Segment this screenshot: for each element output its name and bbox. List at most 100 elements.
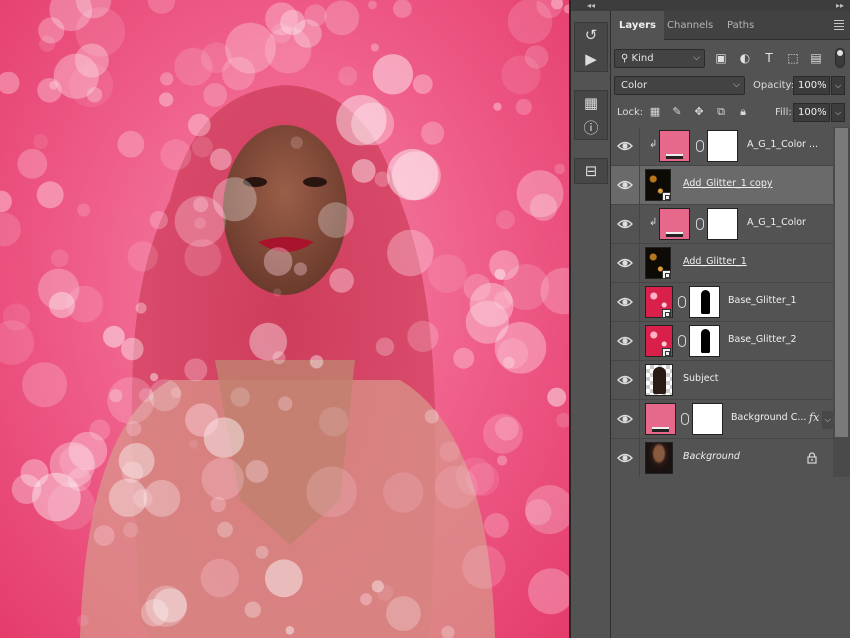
layers-panel-empty-area [611, 477, 850, 638]
row-divider [639, 283, 640, 322]
bokeh-dot [2, 303, 31, 331]
smart-object-filter-icon[interactable]: ▤ [806, 48, 826, 68]
row-divider [639, 244, 640, 283]
fill-slider-button[interactable]: ⌵ [831, 103, 845, 122]
bokeh-dot [377, 584, 394, 602]
layer-mask-thumbnail[interactable] [692, 403, 723, 435]
layer-mask-thumbnail[interactable] [707, 208, 738, 240]
layer-row[interactable]: ↲ A_G_1_Color [611, 205, 833, 244]
layer-name[interactable]: Base_Glitter_1 [728, 295, 797, 306]
link-chain-icon[interactable] [696, 218, 704, 230]
properties-icon[interactable]: ▦ [575, 91, 607, 115]
layer-name[interactable]: Background C... [731, 412, 806, 423]
clipping-arrow-icon: ↲ [649, 217, 658, 228]
bokeh-dot [516, 170, 564, 218]
filter-toggle[interactable] [835, 48, 845, 68]
pixel-filter-icon[interactable]: ▣ [711, 48, 731, 68]
layer-row[interactable]: ↲ A_G_1_Color ... [611, 127, 833, 166]
bokeh-dot [324, 0, 360, 36]
visibility-eye-icon[interactable] [617, 295, 633, 309]
bokeh-dot [109, 389, 123, 403]
visibility-eye-icon[interactable] [617, 256, 633, 270]
layer-row[interactable]: Base_Glitter_1 [611, 283, 833, 322]
layer-name[interactable]: Subject [683, 373, 719, 384]
bokeh-dot [375, 337, 395, 356]
visibility-eye-icon[interactable] [617, 178, 633, 192]
layer-thumbnail[interactable] [659, 208, 690, 240]
shape-filter-icon[interactable]: ⬚ [783, 48, 803, 68]
layer-row[interactable]: Background C... fx ⌵ [611, 400, 833, 439]
bokeh-dot [293, 262, 308, 276]
layer-effects-icon[interactable]: fx [809, 411, 819, 424]
layer-name[interactable]: Add_Glitter_1 [683, 256, 747, 267]
layer-thumbnail[interactable] [645, 364, 673, 396]
visibility-eye-icon[interactable] [617, 373, 633, 387]
layer-row[interactable]: Add_Glitter_1 copy [611, 166, 833, 205]
bokeh-dot [427, 254, 467, 293]
smart-object-icon [662, 270, 671, 279]
bokeh-dot [36, 181, 64, 209]
layer-row[interactable]: Subject [611, 361, 833, 400]
bokeh-dot [123, 522, 139, 538]
visibility-eye-icon[interactable] [617, 217, 633, 231]
layer-name[interactable]: Add_Glitter_1 copy [683, 178, 773, 189]
history-brush-icon[interactable]: ↺ [575, 23, 607, 47]
opacity-slider-button[interactable]: ⌵ [831, 76, 845, 95]
layer-row[interactable]: Add_Glitter_1 [611, 244, 833, 283]
blend-mode-dropdown[interactable]: Color ⌵ [614, 76, 745, 95]
layer-name[interactable]: Base_Glitter_2 [728, 334, 797, 345]
layer-thumbnail[interactable] [659, 130, 690, 162]
bokeh-dot [386, 148, 439, 201]
type-filter-icon[interactable]: T [759, 48, 779, 68]
visibility-eye-icon[interactable] [617, 412, 633, 426]
row-divider [639, 166, 640, 205]
layer-thumbnail[interactable] [645, 442, 673, 474]
lock-image-pixels-icon[interactable]: ✎ [669, 102, 685, 122]
layer-mask-thumbnail[interactable] [707, 130, 738, 162]
bokeh-dot [33, 134, 48, 149]
play-icon[interactable]: ▶ [575, 47, 607, 71]
info-icon[interactable]: ⓘ [575, 115, 607, 139]
lock-all-icon[interactable]: 🔒︎ [735, 102, 751, 122]
fill-input[interactable]: 100% [793, 103, 830, 122]
bokeh-dot [139, 388, 154, 403]
bokeh-dot [386, 596, 421, 631]
layer-name[interactable]: Background [683, 451, 740, 462]
layer-thumbnail[interactable] [645, 403, 676, 435]
layer-row[interactable]: Base_Glitter_2 [611, 322, 833, 361]
strip-collapse-button[interactable]: ◂◂ [571, 0, 611, 11]
filter-kind-dropdown[interactable]: ⚲ Kind ⌵ [614, 49, 705, 68]
clipping-arrow-icon: ↲ [649, 139, 658, 150]
tab-layers[interactable]: Layers [611, 11, 664, 40]
link-chain-icon[interactable] [681, 413, 689, 425]
chevron-down-icon[interactable]: ⌵ [822, 411, 833, 429]
document-canvas[interactable] [0, 0, 569, 638]
visibility-eye-icon[interactable] [617, 334, 633, 348]
row-divider [639, 439, 640, 478]
bokeh-dot [265, 2, 298, 36]
lock-artboard-icon[interactable]: ⧉ [713, 102, 729, 122]
link-chain-icon[interactable] [678, 296, 686, 308]
visibility-eye-icon[interactable] [617, 451, 633, 465]
layer-mask-thumbnail[interactable] [689, 286, 720, 318]
bokeh-dot [462, 545, 506, 589]
opacity-input[interactable]: 100% [793, 76, 830, 95]
clone-source-icon[interactable]: ⊟ [575, 159, 607, 183]
layer-name[interactable]: A_G_1_Color [747, 217, 806, 228]
layer-mask-thumbnail[interactable] [689, 325, 720, 357]
panel-collapse-button[interactable]: ▸▸ [611, 0, 850, 11]
visibility-eye-icon[interactable] [617, 139, 633, 153]
bokeh-dot [484, 513, 509, 538]
layer-name[interactable]: A_G_1_Color ... [747, 139, 818, 150]
link-chain-icon[interactable] [678, 335, 686, 347]
tab-channels[interactable]: Channels [659, 11, 721, 40]
link-chain-icon[interactable] [696, 140, 704, 152]
layer-row[interactable]: Background [611, 439, 833, 478]
tab-paths[interactable]: Paths [719, 11, 762, 40]
layers-scrollbar-thumb[interactable] [835, 128, 848, 437]
lock-transparent-pixels-icon[interactable]: ▦ [647, 102, 663, 122]
adjustment-filter-icon[interactable]: ◐ [735, 48, 755, 68]
bokeh-dot [203, 83, 228, 107]
panel-menu-icon[interactable] [834, 20, 844, 32]
lock-position-icon[interactable]: ✥ [691, 102, 707, 122]
